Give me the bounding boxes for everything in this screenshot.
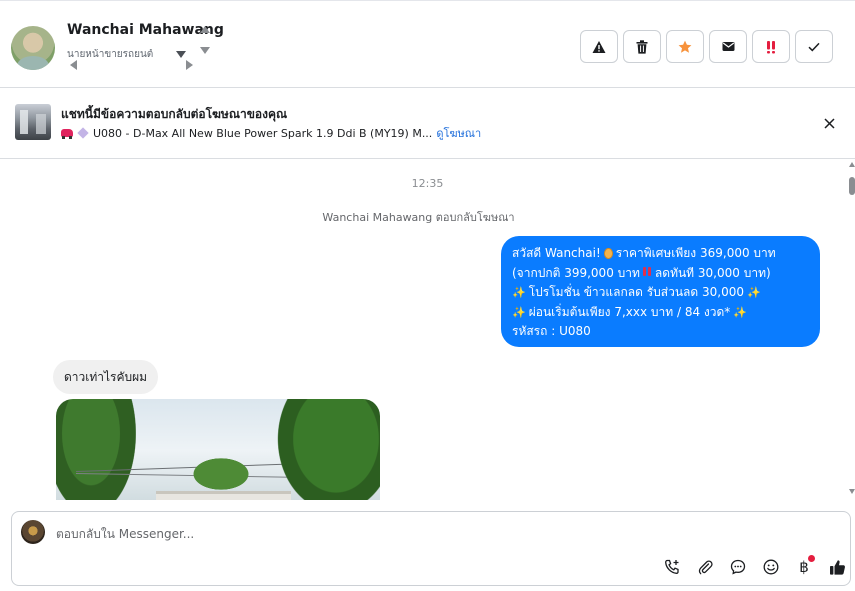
sparkles-icon: ✨	[512, 286, 526, 300]
scroll-right-arrow-icon[interactable]	[186, 60, 193, 70]
trash-icon	[636, 39, 648, 54]
saved-replies-button[interactable]	[726, 555, 750, 579]
emoji-button[interactable]	[759, 555, 783, 579]
reply-input[interactable]	[56, 524, 816, 544]
scroll-down-arrow-icon[interactable]	[849, 489, 855, 494]
car-icon	[61, 129, 73, 139]
envelope-icon	[722, 42, 734, 51]
subtitle-dropdown-icon[interactable]	[176, 51, 186, 58]
sparkles-icon: ✨	[512, 305, 526, 319]
message-thread[interactable]: 12:35 Wanchai Mahawang ตอบกลับโฆษณา สวัส…	[0, 159, 855, 500]
scrollbar-thumb[interactable]	[849, 177, 855, 195]
payment-button[interactable]: ฿	[792, 555, 816, 579]
photo-tree	[276, 399, 380, 500]
incoming-message[interactable]: ดาวเท่าไรคับผม	[53, 360, 159, 394]
double-exclamation-icon	[642, 267, 652, 279]
subtitle-hscroll[interactable]	[68, 59, 204, 71]
diamond-icon	[77, 127, 89, 139]
scroll-up-arrow-icon[interactable]	[200, 26, 210, 33]
call-add-icon	[665, 559, 679, 574]
banner-ad-text: U080 - D-Max All New Blue Power Spark 1.…	[93, 126, 433, 140]
photo-building	[156, 491, 291, 500]
smiley-icon	[763, 559, 779, 575]
message-text: รหัสรถ : U080	[512, 324, 591, 338]
outgoing-message[interactable]: สวัสดี Wanchai! ราคาพิเศษเพียง 369,000 บ…	[501, 236, 820, 347]
check-icon	[808, 42, 820, 51]
scroll-left-arrow-icon[interactable]	[70, 60, 77, 70]
report-icon	[592, 40, 606, 53]
message-text: ลดทันที 30,000 บาท)	[654, 265, 771, 280]
baht-icon: ฿	[799, 557, 809, 576]
delete-button[interactable]	[623, 30, 661, 63]
done-button[interactable]	[795, 30, 833, 63]
photo-tree	[186, 454, 256, 494]
message-timestamp: 12:35	[411, 177, 444, 190]
medal-icon	[603, 248, 613, 260]
name-scroll-control[interactable]	[199, 23, 211, 57]
view-ad-link[interactable]: ดูโฆษณา	[436, 124, 481, 142]
scroll-down-arrow-icon[interactable]	[200, 47, 210, 54]
ad-reply-banner: แชทนี้มีข้อความตอบกลับต่อโฆษณาของคุณ U08…	[0, 88, 855, 159]
mark-unread-button[interactable]	[709, 30, 747, 63]
priority-button[interactable]	[752, 30, 790, 63]
message-line: ✨ ผ่อนเริ่มต้นเพียง 7,xxx บาท / 84 งวด* …	[512, 303, 810, 323]
system-message: Wanchai Mahawang ตอบกลับโฆษณา	[322, 211, 515, 224]
message-text: สวัสดี Wanchai!	[512, 246, 601, 260]
thumbs-up-icon	[829, 559, 845, 575]
banner-ad-line: U080 - D-Max All New Blue Power Spark 1.…	[61, 124, 481, 142]
report-button[interactable]	[580, 30, 618, 63]
header-actions	[580, 30, 833, 63]
message-line: ✨ โปรโมชั่น ข้าวแลกลด รับส่วนลด 30,000 ✨	[512, 283, 810, 303]
conversation-header: Wanchai Mahawang นายหน้าขายรถยนต์	[0, 0, 855, 88]
call-add-button[interactable]	[660, 555, 684, 579]
page-avatar	[21, 520, 45, 544]
contact-avatar[interactable]	[11, 26, 55, 70]
chat-bubble-icon	[730, 559, 746, 575]
message-text: ผ่อนเริ่มต้นเพียง 7,xxx บาท / 84 งวด*	[528, 304, 731, 319]
composer-tools: ฿	[660, 555, 849, 579]
close-icon	[823, 117, 835, 129]
banner-title: แชทนี้มีข้อความตอบกลับต่อโฆษณาของคุณ	[61, 107, 288, 121]
notification-dot	[808, 555, 815, 562]
paperclip-icon	[698, 560, 713, 575]
message-text: โปรโมชั่น ข้าวแลกลด รับส่วนลด 30,000	[528, 285, 744, 299]
incoming-photo[interactable]	[56, 399, 380, 500]
message-line: รหัสรถ : U080	[512, 322, 810, 342]
star-icon	[678, 40, 692, 53]
message-text: ราคาพิเศษเพียง 369,000 บาท	[615, 246, 776, 260]
photo-tree	[56, 399, 136, 500]
scroll-up-arrow-icon[interactable]	[849, 162, 855, 167]
banner-close-button[interactable]	[820, 114, 838, 132]
message-text: (จากปกติ 399,000 บาท	[512, 265, 640, 280]
attach-button[interactable]	[693, 555, 717, 579]
like-button[interactable]	[825, 555, 849, 579]
message-line: (จากปกติ 399,000 บาท ลดทันที 30,000 บาท)	[512, 264, 810, 284]
message-line: สวัสดี Wanchai! ราคาพิเศษเพียง 369,000 บ…	[512, 244, 810, 264]
star-button[interactable]	[666, 30, 704, 63]
priority-icon	[767, 40, 775, 53]
sparkles-icon: ✨	[747, 286, 761, 300]
thread-scrollbar[interactable]	[849, 159, 855, 500]
ad-thumbnail[interactable]	[15, 104, 51, 140]
message-composer: ฿	[11, 511, 851, 586]
sparkles-icon: ✨	[733, 305, 747, 319]
